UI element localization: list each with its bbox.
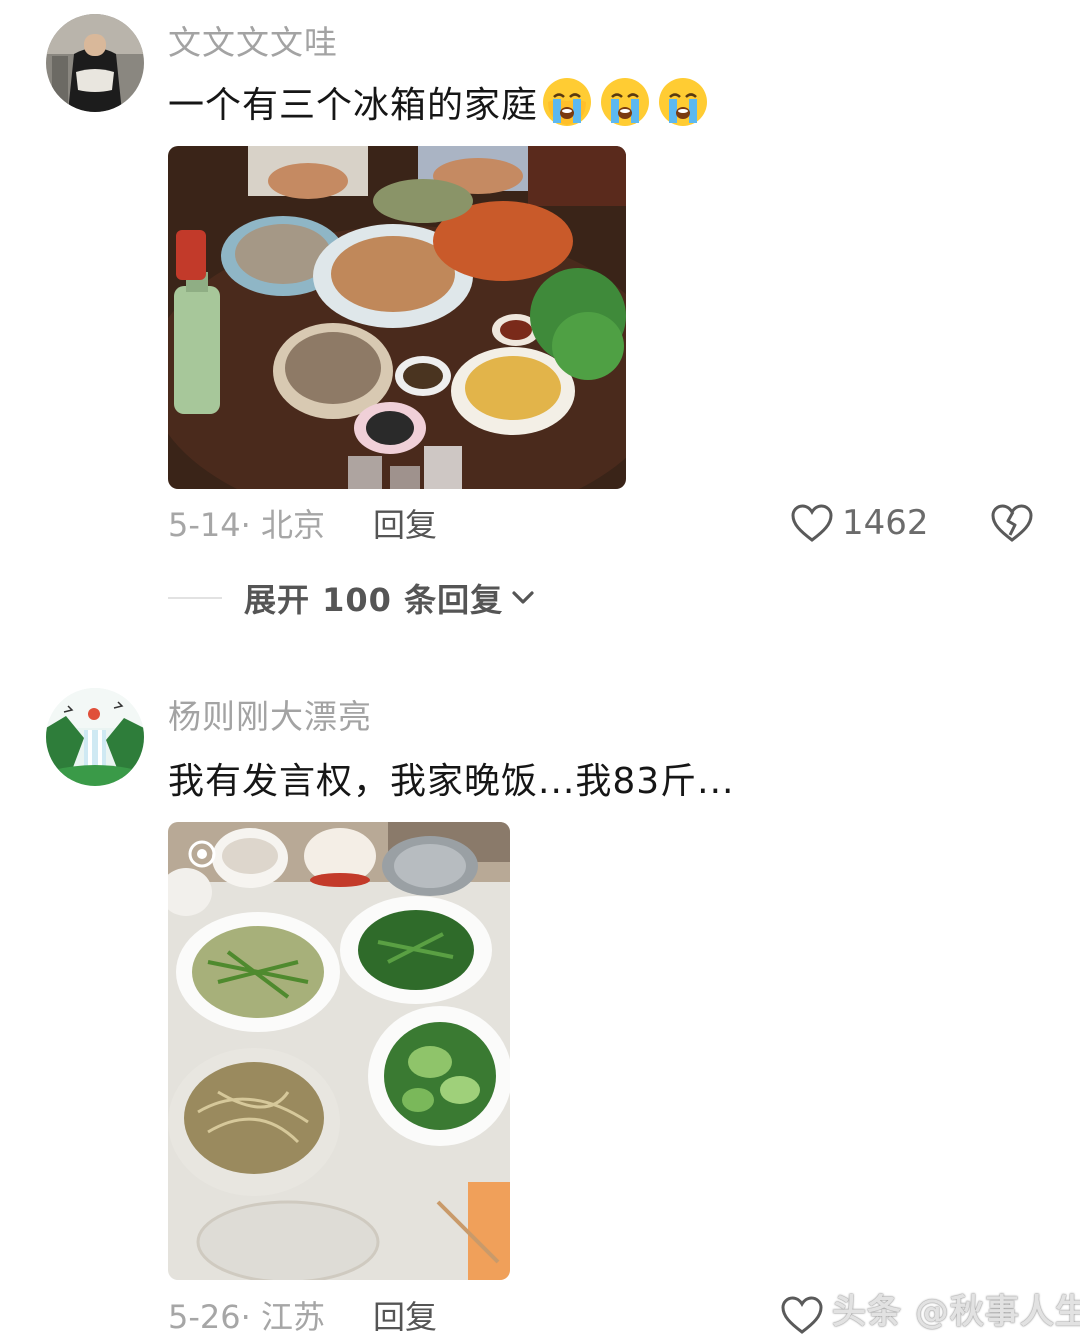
heart-icon: [781, 1296, 823, 1334]
like-button[interactable]: 1462: [790, 500, 929, 546]
expand-replies-button[interactable]: 展开 100 条回复: [168, 574, 535, 622]
date-location: 5-26· 江苏: [168, 1298, 325, 1336]
comment-feed: 文文文文哇 一个有三个冰箱的家庭 5-14· 北京 回复 1462 展开 100…: [0, 0, 1080, 1340]
divider-line: [168, 597, 222, 599]
avatar[interactable]: [46, 14, 144, 112]
comment-text-body: 一个有三个冰箱的家庭: [168, 85, 539, 126]
reply-button[interactable]: 回复: [373, 1292, 437, 1338]
username[interactable]: 杨则刚大漂亮: [168, 690, 372, 738]
reply-button[interactable]: 回复: [373, 500, 437, 546]
comment-text: 一个有三个冰箱的家庭: [168, 74, 714, 130]
comment-text: 我有发言权，我家晚饭...我83斤...: [168, 752, 734, 804]
loudly-crying-face-icon: [543, 78, 592, 126]
watermark: 头条 @秋事人生: [832, 1292, 1080, 1332]
comment-meta: 5-26· 江苏 回复: [168, 1292, 437, 1338]
loudly-crying-face-icon: [659, 78, 708, 126]
date-location: 5-14· 北京: [168, 506, 325, 544]
expand-replies-label: 展开 100 条回复: [244, 581, 504, 619]
broken-heart-icon: [991, 504, 1033, 542]
avatar[interactable]: [46, 688, 144, 786]
heart-icon: [791, 504, 833, 542]
like-count: 1462: [842, 503, 929, 543]
username[interactable]: 文文文文哇: [168, 16, 338, 64]
loudly-crying-face-icon: [601, 78, 650, 126]
dislike-button[interactable]: [990, 502, 1034, 548]
like-button[interactable]: [780, 1293, 832, 1337]
comment-photo[interactable]: [168, 822, 510, 1280]
comment-text-body: 我有发言权，我家晚饭...我83斤...: [168, 761, 735, 802]
chevron-down-icon: [512, 591, 534, 604]
comment-photo[interactable]: [168, 146, 626, 489]
emoji-row: [540, 75, 714, 129]
comment-meta: 5-14· 北京 回复: [168, 500, 437, 546]
